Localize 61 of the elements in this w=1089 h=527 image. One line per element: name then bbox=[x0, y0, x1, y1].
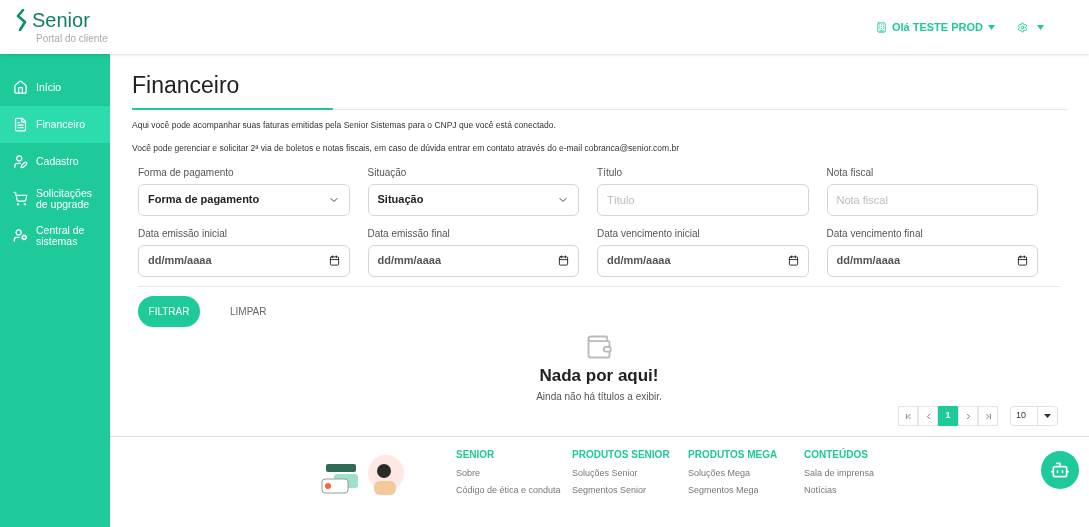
footer-link[interactable]: Segmentos Mega bbox=[688, 483, 804, 497]
logo-subtitle: Portal do cliente bbox=[36, 31, 108, 46]
date-field[interactable]: dd/mm/aaaa bbox=[597, 244, 809, 277]
first-page-icon bbox=[903, 411, 913, 421]
date-field[interactable]: dd/mm/aaaa bbox=[138, 244, 350, 277]
calendar-icon bbox=[328, 255, 340, 266]
settings-icon bbox=[1017, 21, 1028, 33]
footer-link[interactable]: Sala de imprensa bbox=[804, 467, 920, 481]
page-size-select[interactable]: 10 bbox=[1010, 406, 1058, 426]
page-title: Financeiro bbox=[132, 71, 241, 100]
footer-link[interactable]: Segmentos Senior bbox=[572, 483, 688, 497]
building-icon bbox=[875, 21, 887, 33]
footer-heading: SENIOR bbox=[456, 448, 496, 462]
footer-link[interactable]: Soluções Senior bbox=[572, 467, 688, 481]
user-edit-icon bbox=[13, 154, 28, 169]
empty-message: Ainda não há títulos a exibir. bbox=[536, 390, 662, 404]
field-label: Data vencimento final bbox=[826, 226, 924, 241]
footer-link[interactable]: Notícias bbox=[804, 483, 920, 497]
home-icon bbox=[13, 80, 28, 95]
input-field[interactable]: Título bbox=[597, 183, 809, 216]
last-page-icon bbox=[983, 411, 993, 421]
field-label: Forma de pagamento bbox=[138, 165, 235, 180]
first-page-button[interactable] bbox=[898, 406, 918, 426]
footer-link[interactable]: Sobre bbox=[456, 467, 572, 481]
caret-icon bbox=[1037, 24, 1044, 30]
input-field[interactable]: Nota fiscal bbox=[826, 183, 1038, 216]
date-field[interactable]: dd/mm/aaaa bbox=[367, 244, 579, 277]
chatbot-button[interactable] bbox=[1041, 451, 1079, 489]
select-field[interactable]: Forma de pagamento bbox=[138, 183, 350, 216]
field-label: Data emissão final bbox=[367, 226, 451, 241]
robot-icon bbox=[1050, 460, 1070, 480]
document-icon bbox=[13, 117, 28, 132]
footer-heading: CONTEÚDOS bbox=[804, 447, 869, 462]
date-field[interactable]: dd/mm/aaaa bbox=[826, 244, 1038, 277]
empty-title: Nada por aqui! bbox=[539, 364, 659, 387]
footer-link[interactable]: Soluções Mega bbox=[688, 467, 804, 481]
footer-link[interactable]: Código de ética e conduta bbox=[456, 483, 572, 497]
caret-icon bbox=[988, 24, 995, 30]
description-text: Você pode gerenciar e solicitar 2ª via de boletos e notas fiscais, em caso de dúvida entrar em contato através do e-mail cobranca@senior.com.br bbox=[132, 141, 681, 155]
user-settings-icon bbox=[13, 228, 28, 243]
last-page-button[interactable] bbox=[978, 406, 998, 426]
footer-heading: PRODUTOS SENIOR bbox=[572, 448, 671, 462]
logo-text: Senior bbox=[32, 9, 90, 30]
clear-button[interactable]: LIMPAR bbox=[230, 303, 267, 319]
logo-icon bbox=[15, 8, 29, 31]
field-label: Nota fiscal bbox=[826, 165, 875, 180]
calendar-icon bbox=[558, 255, 569, 266]
field-label: Título bbox=[597, 165, 623, 180]
field-label: Data vencimento inicial bbox=[597, 226, 701, 241]
field-label: Situação bbox=[367, 165, 408, 180]
next-page-button[interactable] bbox=[958, 406, 978, 426]
settings-menu[interactable] bbox=[1017, 21, 1044, 33]
field-label: Data emissão inicial bbox=[138, 226, 228, 241]
footer-heading: PRODUTOS MEGA bbox=[688, 448, 779, 462]
caret-icon bbox=[1044, 414, 1051, 418]
description-text: Aqui você pode acompanhar suas faturas emitidas pela Senior Sistemas para o CNPJ que você está conectado. bbox=[132, 119, 557, 132]
previous-page-button[interactable] bbox=[918, 406, 938, 426]
calendar-icon bbox=[787, 255, 799, 266]
calendar-icon bbox=[1017, 255, 1028, 266]
select-field[interactable]: Situação bbox=[367, 183, 579, 216]
cart-icon bbox=[13, 191, 28, 206]
